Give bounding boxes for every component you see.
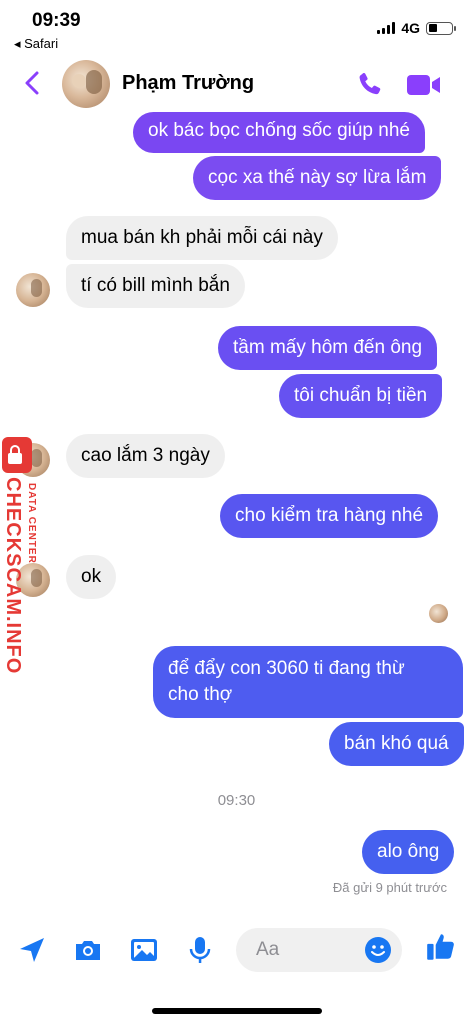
time-divider: 09:30: [217, 792, 256, 809]
message-bubble-outgoing[interactable]: ok bác bọc chống sốc giúp nhé: [133, 112, 425, 153]
message-line: cho thợ: [168, 684, 233, 705]
back-chevron-icon[interactable]: [18, 68, 48, 98]
status-bar: 09:39 ◂ Safari 4G: [0, 0, 473, 58]
watermark: CHECKSCAM.INFO DATA CENTER: [0, 437, 40, 674]
chat-header: Phạm Trường: [0, 58, 473, 110]
emoji-icon[interactable]: [364, 936, 392, 964]
back-to-safari-link[interactable]: ◂ Safari: [14, 36, 58, 52]
microphone-icon[interactable]: [184, 934, 216, 966]
status-indicators: 4G: [377, 20, 456, 36]
contact-name[interactable]: Phạm Trường: [122, 72, 254, 95]
message-bubble-outgoing[interactable]: cọc xa thế này sợ lừa lắm: [193, 156, 442, 200]
message-line: để đẩy con 3060 ti đang thừ: [168, 658, 405, 679]
lock-icon: [2, 437, 32, 473]
location-arrow-icon[interactable]: [16, 934, 48, 966]
message-bubble-incoming[interactable]: mua bán kh phải mỗi cái này: [66, 216, 338, 260]
sent-status: Đã gửi 9 phút trước: [332, 880, 447, 895]
network-label: 4G: [401, 20, 420, 36]
video-camera-icon[interactable]: [405, 70, 443, 100]
message-bubble-outgoing[interactable]: tầm mấy hôm đến ông: [218, 326, 438, 370]
message-bubble-incoming[interactable]: cao lắm 3 ngày: [66, 434, 225, 478]
photo-gallery-icon[interactable]: [128, 934, 160, 966]
home-indicator[interactable]: [152, 1008, 322, 1014]
thumbs-up-icon[interactable]: [424, 930, 458, 964]
message-bubble-incoming[interactable]: ok: [66, 555, 117, 599]
message-composer: Aa: [0, 920, 473, 980]
message-bubble-outgoing[interactable]: bán khó quá: [329, 722, 464, 766]
battery-icon: [426, 21, 456, 35]
message-input-placeholder: Aa: [256, 939, 280, 960]
message-bubble-outgoing[interactable]: tôi chuẩn bị tiền: [279, 374, 443, 418]
message-bubble-outgoing[interactable]: cho kiểm tra hàng nhé: [220, 494, 439, 538]
message-bubble-incoming[interactable]: tí có bill mình bắn: [66, 264, 245, 308]
seen-indicator-avatar: [429, 604, 448, 623]
watermark-sub-text: DATA CENTER: [26, 483, 37, 564]
contact-avatar[interactable]: [62, 60, 110, 108]
contact-avatar-small: [16, 273, 50, 307]
status-time: 09:39: [32, 10, 81, 31]
message-input[interactable]: Aa: [236, 928, 402, 972]
watermark-main-text: CHECKSCAM.INFO: [2, 477, 24, 675]
message-bubble-outgoing[interactable]: để đẩy con 3060 ti đang thừ cho thợ: [153, 646, 463, 718]
signal-icon: [377, 22, 396, 34]
phone-icon[interactable]: [355, 70, 385, 100]
camera-icon[interactable]: [72, 934, 104, 966]
message-bubble-outgoing[interactable]: alo ông: [362, 830, 455, 874]
